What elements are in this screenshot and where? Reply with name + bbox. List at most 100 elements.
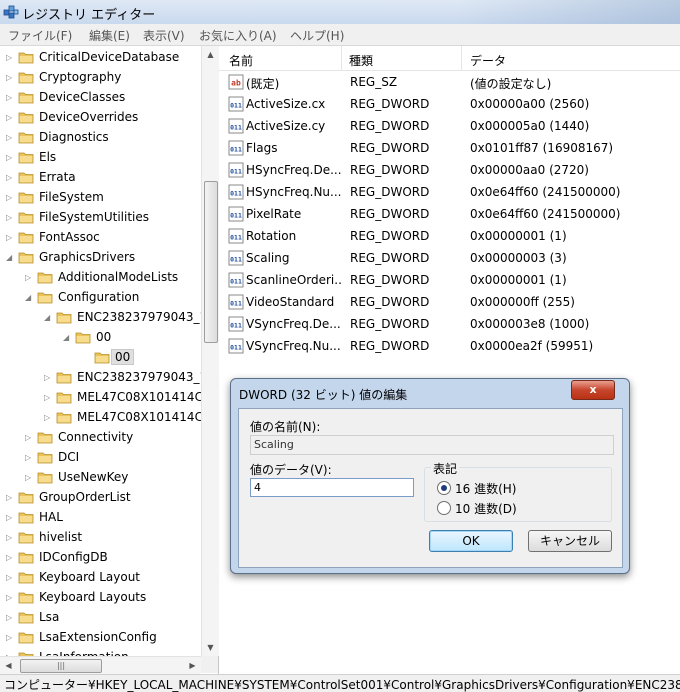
tree-horizontal-scrollbar[interactable]: ◀ ||| ▶ (0, 656, 201, 674)
menu-view[interactable]: 表示(V) (143, 27, 185, 44)
list-item[interactable]: 011 HSyncFreq.De... REG_DWORD 0x00000aa0 (2… (219, 159, 680, 181)
expand-arrow-icon[interactable]: ▷ (25, 272, 34, 284)
title-bar[interactable]: レジストリ エディター (0, 0, 680, 25)
scroll-thumb[interactable] (204, 181, 218, 343)
value-list[interactable]: 名前 種類 データ ab (既定) REG_SZ (値の設定なし) 011 ActiveS… (219, 46, 680, 674)
expand-arrow-icon[interactable]: ▷ (6, 592, 15, 604)
tree-item[interactable]: ▷ DeviceOverrides (0, 108, 218, 128)
expand-arrow-icon[interactable]: ▷ (6, 492, 15, 504)
menu-file[interactable]: ファイル(F) (8, 27, 72, 44)
tree-item-label[interactable]: UseNewKey (58, 470, 128, 484)
tree-item[interactable]: ▷ ENC238237979043_1 (0, 368, 218, 388)
expand-arrow-icon[interactable]: ▷ (25, 452, 34, 464)
tree-item[interactable]: ▷ GroupOrderList (0, 488, 218, 508)
tree-item[interactable]: ▷ DeviceClasses (0, 88, 218, 108)
expand-arrow-icon[interactable]: ▷ (6, 552, 15, 564)
tree-item[interactable]: ▷ FontAssoc (0, 228, 218, 248)
tree-item-label[interactable]: Lsa (39, 610, 59, 624)
tree-item-label[interactable]: LsaExtensionConfig (39, 630, 157, 644)
collapse-arrow-icon[interactable]: ◢ (6, 252, 15, 264)
hex-radio-label[interactable]: 16 進数(H) (455, 480, 516, 497)
tree-item[interactable]: ▷ Lsa (0, 608, 218, 628)
tree-item[interactable]: ▷ MEL47C08X101414C: (0, 388, 218, 408)
collapse-arrow-icon[interactable]: ◢ (44, 312, 53, 324)
expand-arrow-icon[interactable]: ▷ (6, 192, 15, 204)
tree-item-label[interactable]: IDConfigDB (39, 550, 108, 564)
list-item[interactable]: ab (既定) REG_SZ (値の設定なし) (219, 71, 680, 93)
tree-item-label[interactable]: 00 (111, 349, 135, 365)
tree-item-label[interactable]: Cryptography (39, 70, 121, 84)
tree-item-label[interactable]: FileSystem (39, 190, 104, 204)
decimal-radio[interactable] (437, 501, 451, 515)
column-data[interactable]: データ (470, 52, 506, 69)
tree-item[interactable]: ▷ Connectivity (0, 428, 218, 448)
menu-favorites[interactable]: お気に入り(A) (199, 27, 277, 44)
tree-item-label[interactable]: Errata (39, 170, 76, 184)
tree-item[interactable]: ▷ Els (0, 148, 218, 168)
cancel-button[interactable]: キャンセル (528, 530, 612, 552)
tree-item[interactable]: ▷ Cryptography (0, 68, 218, 88)
tree-vertical-scrollbar[interactable]: ▲ ▼ (201, 46, 219, 656)
tree-item[interactable]: ▷ AdditionalModeLists (0, 268, 218, 288)
expand-arrow-icon[interactable]: ▷ (6, 572, 15, 584)
tree-item-label[interactable]: HAL (39, 510, 63, 524)
tree-item-label[interactable]: GroupOrderList (39, 490, 131, 504)
tree-item[interactable]: ◢ ENC238237979043_1 (0, 308, 218, 328)
tree-item[interactable]: ▷ hivelist (0, 528, 218, 548)
expand-arrow-icon[interactable]: ▷ (6, 52, 15, 64)
list-item[interactable]: 011 VSyncFreq.De... REG_DWORD 0x000003e8 (1… (219, 313, 680, 335)
expand-arrow-icon[interactable]: ▷ (6, 172, 15, 184)
expand-arrow-icon[interactable]: ▷ (6, 632, 15, 644)
tree-item-label[interactable]: FontAssoc (39, 230, 100, 244)
list-item[interactable]: 011 PixelRate REG_DWORD 0x0e64ff60 (2415000… (219, 203, 680, 225)
edit-dword-dialog[interactable]: DWORD (32 ビット) 値の編集 x 値の名前(N): Scaling 値… (230, 378, 630, 574)
tree-item[interactable]: ▷ Keyboard Layout (0, 568, 218, 588)
list-item[interactable]: 011 VideoStandard REG_DWORD 0x000000ff (255… (219, 291, 680, 313)
menu-help[interactable]: ヘルプ(H) (290, 27, 344, 44)
collapse-arrow-icon[interactable]: ◢ (25, 292, 34, 304)
list-item[interactable]: 011 Scaling REG_DWORD 0x00000003 (3) (219, 247, 680, 269)
tree-item-label[interactable]: Els (39, 150, 56, 164)
tree-item-label[interactable]: DeviceClasses (39, 90, 125, 104)
tree-item[interactable]: ▷ FileSystemUtilities (0, 208, 218, 228)
tree-item-label[interactable]: GraphicsDrivers (39, 250, 135, 264)
expand-arrow-icon[interactable]: ▷ (25, 472, 34, 484)
tree-item-label[interactable]: AdditionalModeLists (58, 270, 178, 284)
expand-arrow-icon[interactable]: ▷ (6, 512, 15, 524)
tree-item[interactable]: ◢ GraphicsDrivers (0, 248, 218, 268)
menu-edit[interactable]: 編集(E) (89, 27, 130, 44)
expand-arrow-icon[interactable]: ▷ (25, 432, 34, 444)
collapse-arrow-icon[interactable]: ◢ (63, 332, 72, 344)
scroll-up-icon[interactable]: ▲ (202, 46, 219, 63)
tree-item-label[interactable]: Configuration (58, 290, 139, 304)
list-item[interactable]: 011 VSyncFreq.Nu... REG_DWORD 0x0000ea2f (5… (219, 335, 680, 357)
expand-arrow-icon[interactable]: ▷ (6, 72, 15, 84)
expand-arrow-icon[interactable]: ▷ (44, 412, 53, 424)
expand-arrow-icon[interactable]: ▷ (6, 132, 15, 144)
tree-item-label[interactable]: DCI (58, 450, 79, 464)
scroll-left-icon[interactable]: ◀ (0, 657, 17, 674)
list-item[interactable]: 011 Rotation REG_DWORD 0x00000001 (1) (219, 225, 680, 247)
tree-item[interactable]: ▷ CriticalDeviceDatabase (0, 48, 218, 68)
tree-item-label[interactable]: Diagnostics (39, 130, 109, 144)
tree-item[interactable]: ▷ FileSystem (0, 188, 218, 208)
tree-item[interactable]: ▷ Keyboard Layouts (0, 588, 218, 608)
tree-item[interactable]: ▷ LsaExtensionConfig (0, 628, 218, 648)
tree-item[interactable]: ▷ DCI (0, 448, 218, 468)
tree-item[interactable]: ▷ MEL47C08X101414C: (0, 408, 218, 428)
expand-arrow-icon[interactable]: ▷ (44, 372, 53, 384)
tree-item[interactable]: ▷ UseNewKey (0, 468, 218, 488)
tree-item-label[interactable]: MEL47C08X101414C: (77, 410, 207, 424)
list-item[interactable]: 011 ActiveSize.cx REG_DWORD 0x00000a00 (256… (219, 93, 680, 115)
tree-item-label[interactable]: MEL47C08X101414C: (77, 390, 207, 404)
list-item[interactable]: 011 HSyncFreq.Nu... REG_DWORD 0x0e64ff60 (2… (219, 181, 680, 203)
tree-item-label[interactable]: CriticalDeviceDatabase (39, 50, 179, 64)
list-item[interactable]: 011 Flags REG_DWORD 0x0101ff87 (16908167) (219, 137, 680, 159)
dialog-close-button[interactable]: x (571, 380, 615, 400)
tree-item[interactable]: ▷00 (0, 348, 218, 368)
tree-item[interactable]: ◢ Configuration (0, 288, 218, 308)
tree-item[interactable]: ▷ Errata (0, 168, 218, 188)
list-item[interactable]: 011 ScanlineOrderi... REG_DWORD 0x00000001 … (219, 269, 680, 291)
expand-arrow-icon[interactable]: ▷ (44, 392, 53, 404)
expand-arrow-icon[interactable]: ▷ (6, 232, 15, 244)
